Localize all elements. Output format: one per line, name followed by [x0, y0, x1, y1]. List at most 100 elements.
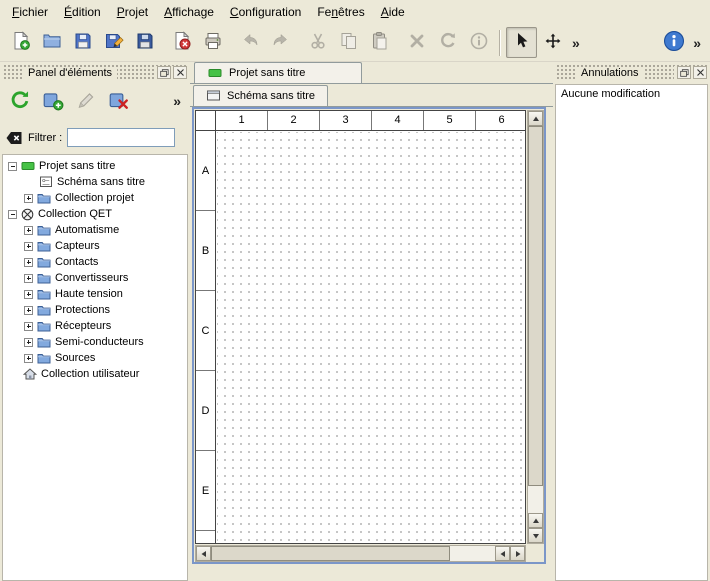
- horizontal-scrollbar[interactable]: [195, 545, 526, 562]
- folder-icon: [37, 240, 51, 252]
- tree-item-collection-utilisateur[interactable]: Collection utilisateur: [3, 366, 187, 382]
- dock-buttons: [674, 66, 707, 79]
- menu-configuration[interactable]: Configuration: [222, 2, 309, 22]
- row-label: C: [196, 291, 215, 371]
- elements-toolbar-overflow-chevron[interactable]: »: [169, 93, 185, 109]
- scroll-up-button[interactable]: [528, 111, 543, 126]
- print-icon: [203, 31, 223, 54]
- tree-item-haute-tension[interactable]: Haute tension: [3, 286, 187, 302]
- print-button[interactable]: [197, 27, 228, 58]
- float-dock-button[interactable]: [157, 66, 171, 79]
- scroll-left-button-right[interactable]: [495, 546, 510, 561]
- tree-item-recepteurs[interactable]: Récepteurs: [3, 318, 187, 334]
- menu-fichier[interactable]: Fichier: [4, 2, 56, 22]
- expand-icon[interactable]: [24, 194, 33, 203]
- expand-icon[interactable]: [24, 354, 33, 363]
- filter-input[interactable]: [67, 128, 175, 147]
- undo-list-item[interactable]: Aucune modification: [561, 88, 702, 100]
- save-icon: [73, 31, 93, 54]
- tree-item-schema[interactable]: Schéma sans titre: [3, 174, 187, 190]
- expand-icon[interactable]: [24, 258, 33, 267]
- scroll-up-button-bottom[interactable]: [528, 513, 543, 528]
- close-dock-button[interactable]: [173, 66, 187, 79]
- save-button[interactable]: [67, 27, 98, 58]
- toolbar-overflow-chevron[interactable]: »: [568, 35, 584, 51]
- copy-button[interactable]: [333, 27, 364, 58]
- tree-item-convertisseurs[interactable]: Convertisseurs: [3, 270, 187, 286]
- paste-button[interactable]: [364, 27, 395, 58]
- elements-dock-titlebar[interactable]: Panel d'éléments: [3, 65, 187, 80]
- tree-item-project[interactable]: Projet sans titre: [3, 158, 187, 174]
- expand-icon[interactable]: [24, 290, 33, 299]
- scroll-right-button[interactable]: [510, 546, 525, 561]
- scroll-down-button[interactable]: [528, 528, 543, 543]
- close-file-button[interactable]: [166, 27, 197, 58]
- new-element-button[interactable]: [38, 87, 67, 116]
- tab-schema-sans-titre[interactable]: Schéma sans titre: [193, 85, 328, 106]
- schema-tab-icon: [206, 90, 221, 102]
- elements-toolbar: »: [0, 83, 190, 119]
- delete-icon: [407, 31, 427, 54]
- close-dock-button[interactable]: [693, 66, 707, 79]
- select-mode-button[interactable]: [506, 27, 537, 58]
- tree-item-sources[interactable]: Sources: [3, 350, 187, 366]
- tree-item-protections[interactable]: Protections: [3, 302, 187, 318]
- undo-button[interactable]: [234, 27, 265, 58]
- tree-item-automatisme[interactable]: Automatisme: [3, 222, 187, 238]
- tree-item-contacts[interactable]: Contacts: [3, 254, 187, 270]
- tree-item-label: Semi-conducteurs: [55, 336, 144, 348]
- open-folder-icon: [42, 31, 62, 54]
- tree-item-semi-conducteurs[interactable]: Semi-conducteurs: [3, 334, 187, 350]
- arrow-up-icon: [532, 517, 540, 525]
- tab-projet-sans-titre[interactable]: Projet sans titre: [194, 62, 362, 83]
- open-project-button[interactable]: [36, 27, 67, 58]
- collapse-icon[interactable]: [8, 162, 17, 171]
- reload-collections-button[interactable]: [5, 87, 34, 116]
- folder-icon: [37, 320, 51, 332]
- menu-edition[interactable]: Édition: [56, 2, 109, 22]
- menu-projet[interactable]: Projet: [109, 2, 156, 22]
- expand-icon[interactable]: [24, 274, 33, 283]
- help-toolbar-overflow-chevron[interactable]: »: [689, 35, 705, 51]
- scroll-left-button[interactable]: [196, 546, 211, 561]
- new-document-button[interactable]: [5, 27, 36, 58]
- tree-item-capteurs[interactable]: Capteurs: [3, 238, 187, 254]
- project-tab-label: Projet sans titre: [229, 67, 305, 79]
- float-dock-button[interactable]: [677, 66, 691, 79]
- about-qet-button[interactable]: [658, 27, 689, 58]
- rotate-button[interactable]: [432, 27, 463, 58]
- save-as-button[interactable]: [98, 27, 129, 58]
- edit-element-button[interactable]: [71, 87, 100, 116]
- horizontal-scroll-thumb[interactable]: [211, 546, 450, 561]
- redo-button[interactable]: [265, 27, 296, 58]
- pan-mode-button[interactable]: [537, 27, 568, 58]
- project-tab-bar: Projet sans titre: [190, 62, 553, 84]
- row-label: D: [196, 371, 215, 451]
- expand-icon[interactable]: [24, 322, 33, 331]
- clear-filter-button[interactable]: [5, 129, 23, 147]
- menu-affichage[interactable]: Affichage: [156, 2, 222, 22]
- tree-item-collection-qet[interactable]: Collection QET: [3, 206, 187, 222]
- elements-dock-title: Panel d'éléments: [23, 67, 117, 79]
- expand-icon[interactable]: [24, 242, 33, 251]
- vertical-scrollbar[interactable]: [527, 110, 544, 544]
- delete-button[interactable]: [401, 27, 432, 58]
- expand-icon[interactable]: [24, 306, 33, 315]
- collapse-icon[interactable]: [8, 210, 17, 219]
- undo-dock-titlebar[interactable]: Annulations: [556, 65, 707, 80]
- delete-element-button[interactable]: [104, 87, 133, 116]
- expand-icon[interactable]: [24, 338, 33, 347]
- horizontal-scroll-track[interactable]: [211, 546, 495, 561]
- save-all-button[interactable]: [129, 27, 160, 58]
- menu-aide[interactable]: Aide: [373, 2, 413, 22]
- expand-icon[interactable]: [24, 226, 33, 235]
- menu-fenetres[interactable]: Fenêtres: [309, 2, 372, 22]
- vertical-scroll-track[interactable]: [528, 126, 543, 513]
- cut-button[interactable]: [302, 27, 333, 58]
- arrow-left-icon: [499, 550, 507, 558]
- diagram-canvas[interactable]: [217, 132, 525, 543]
- vertical-scroll-thumb[interactable]: [528, 126, 543, 486]
- row-label: A: [196, 131, 215, 211]
- information-button[interactable]: [463, 27, 494, 58]
- tree-item-collection-projet[interactable]: Collection projet: [3, 190, 187, 206]
